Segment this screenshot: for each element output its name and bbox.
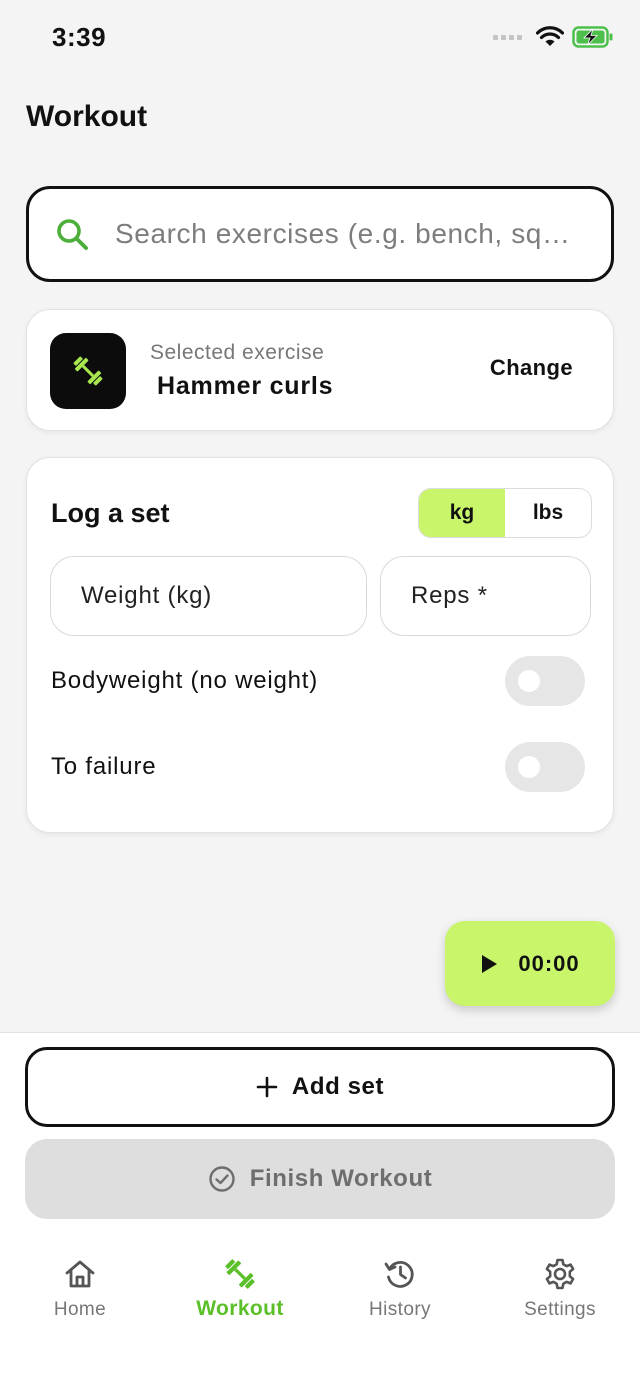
finish-workout-label: Finish Workout [249,1165,433,1192]
tab-settings[interactable]: Settings [480,1255,640,1355]
change-exercise-button[interactable]: Change [490,355,573,381]
plus-icon [256,1076,278,1098]
dumbbell-icon [225,1259,255,1289]
tab-home[interactable]: Home [0,1255,160,1355]
selected-exercise-card: Selected exercise Hammer curls Change [26,309,614,431]
battery-charging-icon [572,26,613,48]
status-bar: 3:39 [0,0,640,80]
tab-bar: Home Workout History Settings [0,1255,640,1355]
weight-input[interactable] [81,582,366,610]
bodyweight-toggle[interactable] [505,656,585,706]
unit-kg-button[interactable]: kg [419,489,505,537]
reps-field[interactable] [380,556,591,636]
tab-home-label: Home [53,1299,107,1320]
tab-workout-label: Workout [196,1297,284,1320]
bodyweight-row: Bodyweight (no weight) [51,656,585,706]
selected-exercise-name: Hammer curls [157,372,334,400]
exercise-thumbnail [50,333,126,409]
rest-timer-button[interactable]: 00:00 [445,921,615,1006]
dumbbell-icon [73,356,103,386]
play-icon [482,954,498,973]
to-failure-label: To failure [51,753,157,780]
add-set-label: Add set [291,1073,385,1100]
bodyweight-label: Bodyweight (no weight) [51,667,319,694]
weight-field[interactable] [50,556,367,636]
selected-exercise-caption: Selected exercise [150,341,325,364]
to-failure-row: To failure [51,742,585,792]
wifi-icon [536,26,564,46]
add-set-button[interactable]: Add set [25,1047,615,1127]
history-icon [384,1261,414,1288]
log-set-card: Log a set kg lbs Bodyweight (no weight) … [26,457,614,833]
bottom-panel: Add set Finish Workout Home Workout Hist… [0,1032,640,1386]
home-icon [65,1260,95,1288]
search-box[interactable] [26,186,614,282]
page-title: Workout [26,100,148,133]
tab-workout[interactable]: Workout [160,1255,320,1355]
reps-input[interactable] [411,582,590,610]
tab-settings-label: Settings [524,1299,596,1320]
finish-workout-button[interactable]: Finish Workout [25,1139,615,1219]
log-set-title: Log a set [51,498,170,528]
tab-history-label: History [369,1299,431,1320]
gear-icon [545,1258,575,1290]
to-failure-toggle[interactable] [505,742,585,792]
unit-lbs-button[interactable]: lbs [505,489,591,537]
status-icons [493,26,614,48]
cellular-signal-icon [493,34,522,40]
search-icon [57,219,88,250]
unit-toggle: kg lbs [418,488,592,538]
tab-history[interactable]: History [320,1255,480,1355]
search-input[interactable] [115,218,595,250]
check-circle-icon [208,1166,235,1192]
timer-value: 00:00 [518,950,580,976]
status-time: 3:39 [52,22,107,52]
